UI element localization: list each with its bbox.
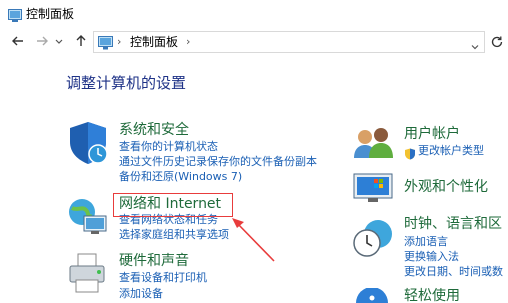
navigation-bar: › 控制面板 ›	[0, 29, 508, 55]
link-backup-restore[interactable]: 备份和还原(Windows 7)	[119, 170, 242, 184]
link-change-input-method[interactable]: 更换输入法	[404, 250, 459, 264]
refresh-button[interactable]	[490, 34, 504, 48]
highlight-box	[113, 193, 233, 217]
users-icon[interactable]	[352, 126, 396, 164]
category-ease-of-access[interactable]: 轻松使用	[404, 287, 460, 303]
printer-icon[interactable]	[66, 252, 110, 303]
up-button[interactable]	[73, 33, 89, 49]
network-globe-icon[interactable]	[66, 194, 110, 242]
title-bar: 控制面板	[0, 0, 508, 28]
category-clock-language-region[interactable]: 时钟、语言和区	[404, 215, 502, 233]
breadcrumb-separator: ›	[117, 35, 122, 48]
link-homegroup-sharing[interactable]: 选择家庭组和共享选项	[119, 228, 229, 242]
breadcrumb-control-panel[interactable]: 控制面板	[130, 34, 178, 50]
chevron-down-icon	[471, 45, 479, 50]
clock-globe-icon[interactable]	[352, 216, 396, 264]
category-appearance-personalization[interactable]: 外观和个性化	[404, 178, 488, 196]
address-dropdown-button[interactable]	[470, 37, 480, 50]
recent-locations-button[interactable]	[54, 33, 64, 49]
forward-button[interactable]	[34, 33, 50, 49]
shield-icon[interactable]	[66, 120, 110, 170]
link-change-account-type[interactable]: 更改帐户类型	[418, 144, 484, 158]
ease-of-access-icon[interactable]	[352, 287, 392, 303]
display-personalization-icon[interactable]	[352, 170, 396, 208]
page-title: 调整计算机的设置	[66, 74, 187, 92]
link-devices-printers[interactable]: 查看设备和打印机	[119, 271, 207, 285]
category-hardware-sound[interactable]: 硬件和声音	[119, 252, 189, 270]
uac-shield-icon	[404, 145, 416, 164]
link-add-device[interactable]: 添加设备	[119, 287, 163, 301]
refresh-icon	[491, 36, 503, 48]
arrow-right-icon	[37, 36, 48, 46]
arrow-left-icon	[12, 36, 23, 46]
window-title: 控制面板	[26, 7, 75, 21]
breadcrumb-separator[interactable]: ›	[186, 34, 190, 50]
arrow-up-icon	[76, 35, 86, 46]
chevron-down-icon	[55, 39, 63, 44]
category-user-accounts[interactable]: 用户帐户	[404, 125, 460, 143]
link-file-history[interactable]: 通过文件历史记录保存你的文件备份副本	[119, 155, 317, 169]
control-panel-icon	[98, 35, 113, 50]
link-add-language[interactable]: 添加语言	[404, 235, 448, 249]
link-view-computer-status[interactable]: 查看你的计算机状态	[119, 140, 218, 154]
control-panel-icon	[8, 7, 22, 22]
red-arrow-annotation	[232, 218, 275, 262]
address-bar[interactable]: › 控制面板 ›	[93, 31, 485, 53]
category-system-security[interactable]: 系统和安全	[119, 121, 189, 139]
link-change-date-time[interactable]: 更改日期、时间或数	[404, 265, 503, 279]
back-button[interactable]	[10, 33, 26, 49]
